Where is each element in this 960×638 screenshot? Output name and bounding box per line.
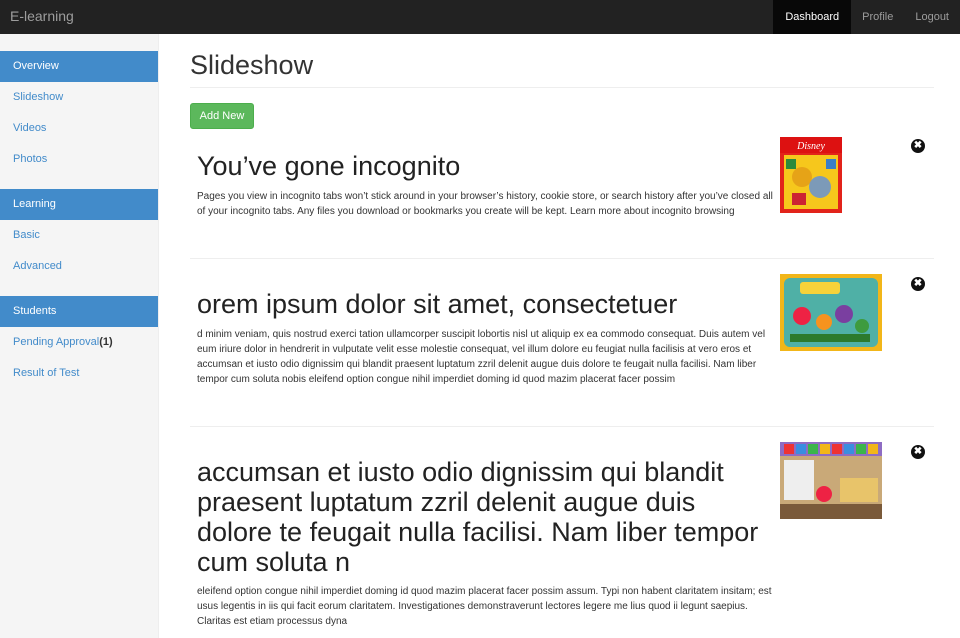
sidebar-item-slideshow[interactable]: Slideshow [0,82,158,113]
nav-logout[interactable]: Logout [904,0,960,34]
fungoons-image [780,274,882,351]
sidebar-item-pending-approval[interactable]: Pending Approval(1) [0,327,158,358]
slide-title: accumsan et iusto odio dignissim qui bla… [197,457,759,577]
slide-thumbnail-fungoons[interactable] [780,274,882,351]
sidebar-group-students: Students Pending Approval(1) Result of T… [0,296,158,389]
top-navbar: E-learning Dashboard Profile Logout [0,0,960,34]
sidebar-group-overview: Overview Slideshow Videos Photos [0,51,158,175]
slide-thumbnail-preschool[interactable] [780,442,882,519]
slide-text: eleifend option congue nihil imperdiet d… [197,586,772,627]
svg-text:Disney: Disney [796,141,825,152]
page-title: Slideshow [190,50,314,80]
disney-pooh-image: Disney [780,137,842,213]
sidebar-item-advanced[interactable]: Advanced [0,251,158,282]
nav-dashboard[interactable]: Dashboard [773,0,852,34]
title-divider [190,87,934,88]
main-content: Slideshow Add New You’ve gone incognito … [190,34,934,638]
sidebar-item-result-of-test[interactable]: Result of Test [0,358,158,389]
sidebar-header-students[interactable]: Students [0,296,158,327]
nav-menu: Dashboard Profile Logout [773,0,960,34]
sidebar-header-learning[interactable]: Learning [0,189,158,220]
slide-thumbnail-disney[interactable]: Disney [780,137,842,213]
add-new-button[interactable]: Add New [190,103,254,129]
sidebar-item-photos[interactable]: Photos [0,144,158,175]
slide-title: You’ve gone incognito [197,151,461,181]
sidebar-item-basic[interactable]: Basic [0,220,158,251]
pending-count-badge: (1) [99,336,113,348]
brand-logo[interactable]: E-learning [10,8,74,24]
slide-text: Pages you view in incognito tabs won’t s… [197,191,773,217]
slide-divider [190,258,934,259]
delete-slide-icon[interactable]: ✖ [911,445,925,459]
delete-slide-icon[interactable]: ✖ [911,139,925,153]
sidebar-group-learning: Learning Basic Advanced [0,189,158,282]
sidebar: Overview Slideshow Videos Photos Learnin… [0,34,159,638]
preschool-games-image [780,442,882,519]
slide-title: orem ipsum dolor sit amet, consectetuer [197,289,678,319]
sidebar-item-videos[interactable]: Videos [0,113,158,144]
sidebar-item-label: Pending Approval [13,336,100,348]
slide-text: d minim veniam, quis nostrud exerci tati… [197,329,766,385]
slide-divider [190,426,934,427]
sidebar-header-overview[interactable]: Overview [0,51,158,82]
delete-slide-icon[interactable]: ✖ [911,277,925,291]
nav-profile[interactable]: Profile [851,0,904,34]
